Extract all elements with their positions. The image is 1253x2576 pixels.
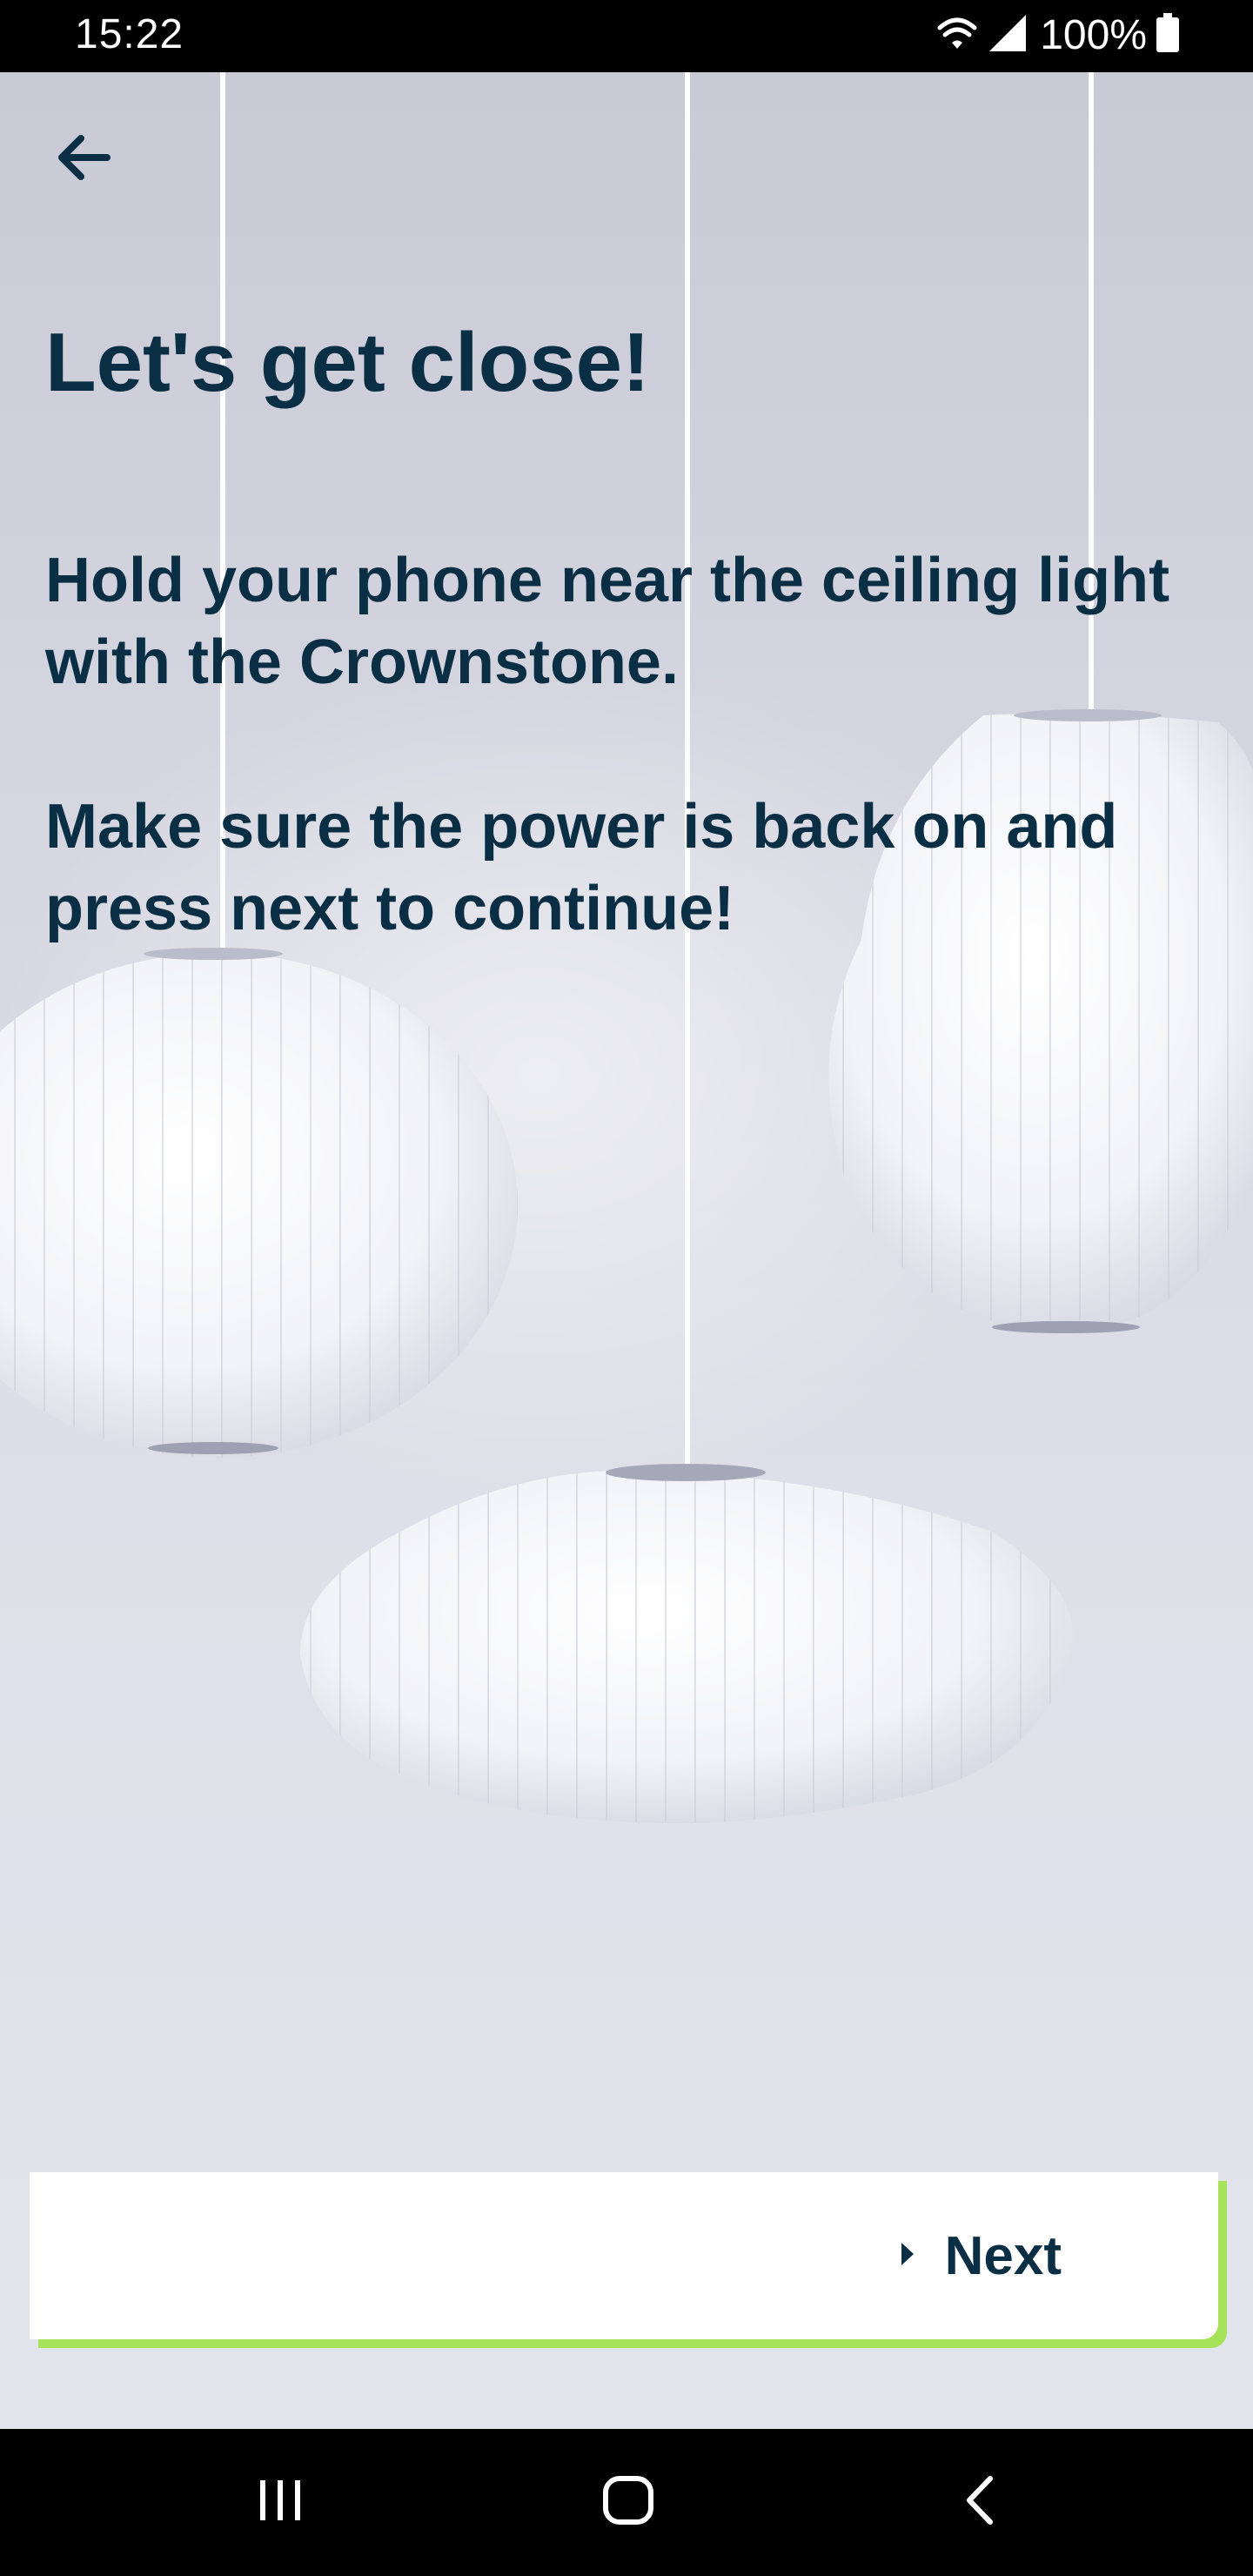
screen: 15:22 100% Let's get close! Hold your ph… [0,0,1253,2576]
home-button[interactable] [576,2450,680,2554]
caret-right-icon [900,2241,915,2271]
system-navigation-bar [0,2429,1253,2576]
status-icons: 100% [935,9,1180,61]
next-button-label: Next [944,2225,1062,2286]
back-icon [962,2475,997,2530]
instruction-text-1: Hold your phone near the ceiling light w… [45,546,1170,697]
instruction-text-2: Make sure the power is back on and press… [45,792,1118,943]
next-button-content: Next [900,2172,1062,2339]
page-title: Let's get close! [45,316,651,409]
recents-button[interactable] [228,2450,332,2554]
back-button[interactable] [35,111,131,207]
next-button[interactable]: Next [30,2172,1218,2339]
home-icon [602,2475,654,2530]
recents-icon [257,2479,304,2526]
battery-icon [1156,12,1180,57]
status-bar: 15:22 100% [0,0,1253,72]
battery-percent: 100% [1040,11,1147,58]
background-image [0,72,1253,2429]
pendant-lamps-illustration [0,72,1253,1823]
status-time: 15:22 [75,11,184,57]
wifi-icon [935,14,979,57]
arrow-left-icon [55,133,111,186]
nav-back-button[interactable] [928,2450,1032,2554]
cellular-signal-icon [988,13,1028,57]
